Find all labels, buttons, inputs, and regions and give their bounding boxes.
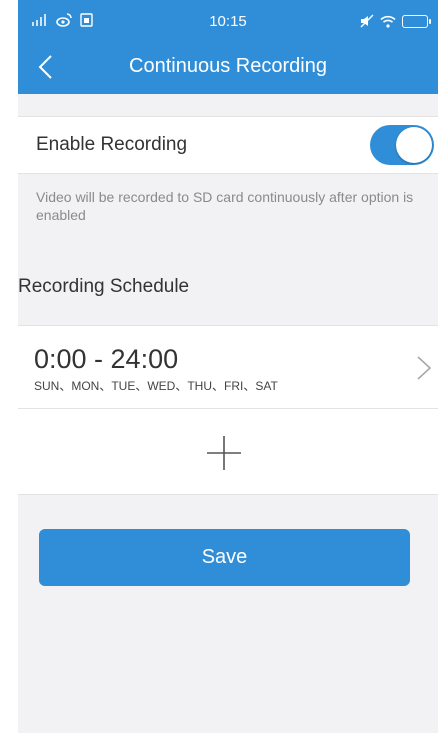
battery-icon (402, 14, 431, 28)
nav-bar: Continuous Recording (18, 40, 438, 94)
left-margin (0, 0, 18, 733)
recording-schedule-heading: Recording Schedule (18, 276, 190, 297)
wifi-icon (380, 15, 396, 28)
enable-recording-label: Enable Recording (36, 134, 188, 155)
chevron-right-icon (417, 356, 432, 380)
schedule-item[interactable]: 0:00 - 24:00 SUN、MON、TUE、WED、THU、FRI、SAT (18, 325, 438, 409)
save-button[interactable]: Save (39, 529, 410, 586)
page-title: Continuous Recording (129, 55, 327, 77)
schedule-days: SUN、MON、TUE、WED、THU、FRI、SAT (34, 379, 278, 393)
enable-recording-hint: Video will be recorded to SD card contin… (36, 189, 414, 223)
toggle-knob (396, 127, 432, 163)
app-screen: 10:15 Continuous Recording Enable Record… (18, 0, 438, 733)
enable-recording-row: Enable Recording (18, 116, 438, 174)
schedule-time-range: 0:00 - 24:00 (34, 344, 179, 374)
status-bar: 10:15 (18, 0, 438, 40)
plus-icon[interactable] (204, 433, 244, 473)
status-right-icons (360, 14, 431, 28)
enable-recording-toggle[interactable] (370, 125, 434, 165)
add-schedule-row (18, 409, 438, 495)
mute-icon (360, 14, 374, 28)
